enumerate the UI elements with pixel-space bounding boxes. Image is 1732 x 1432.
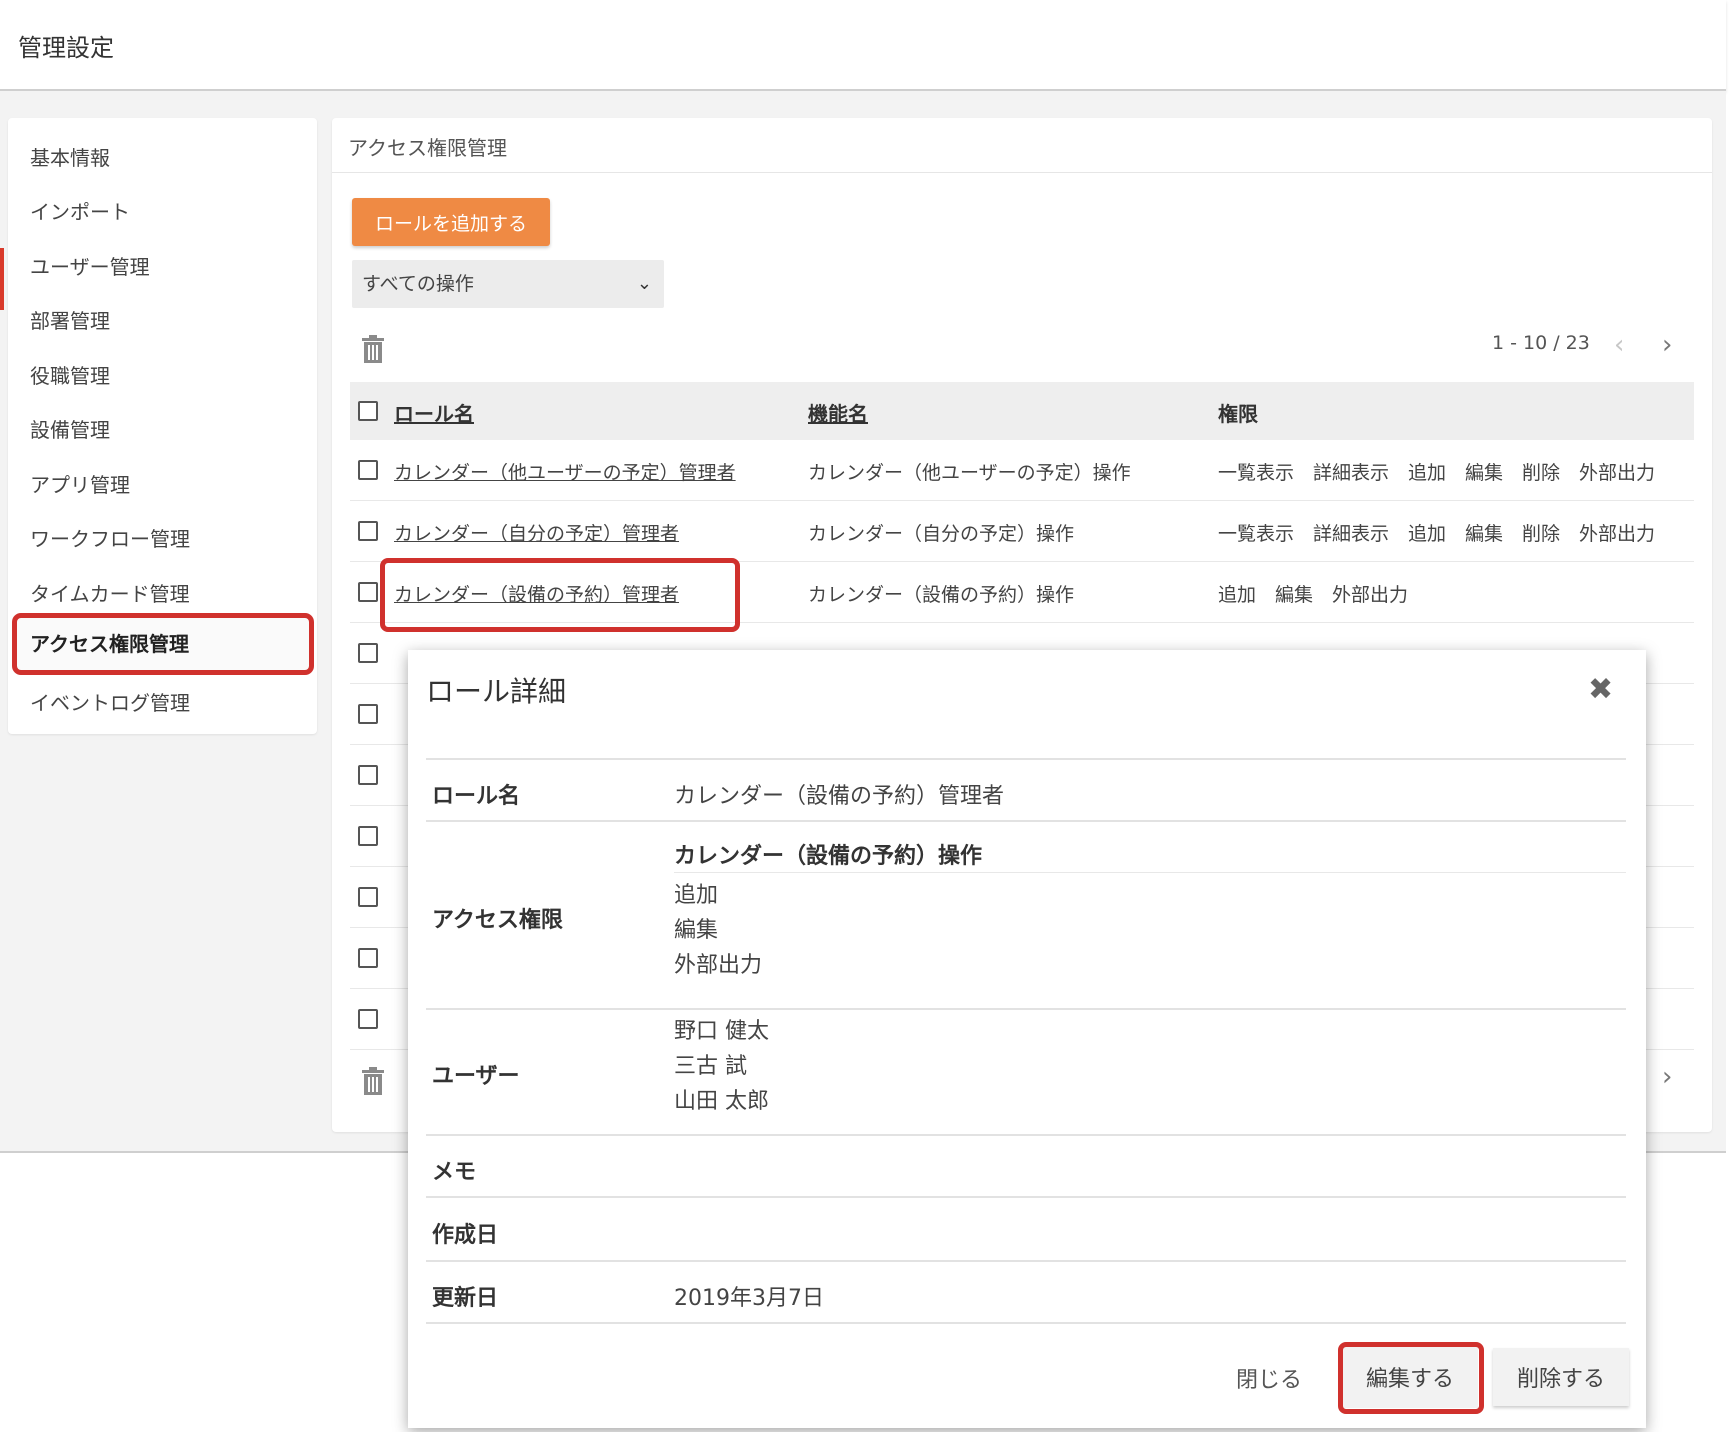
memo-label: メモ: [432, 1160, 477, 1185]
divider: [426, 1322, 1626, 1324]
edge-marker: [0, 248, 4, 310]
role-name-value: カレンダー（設備の予約）管理者: [674, 784, 1005, 809]
user-list: 野口 健太 三古 試 山田 太郎: [674, 1014, 769, 1119]
highlight-selected-role: [380, 558, 740, 632]
row-checkbox[interactable]: [358, 582, 378, 602]
sidebar-item-import[interactable]: インポート: [8, 185, 317, 239]
row-checkbox[interactable]: [358, 948, 378, 968]
divider: [426, 1260, 1626, 1262]
divider: [426, 758, 1626, 760]
sidebar-item-label: 役職管理: [30, 364, 110, 388]
user-item: 三古 試: [674, 1054, 747, 1079]
sidebar-item-workflow[interactable]: ワークフロー管理: [8, 512, 317, 566]
permissions: 追加 編集 外部出力: [1218, 584, 1409, 606]
feature-name: カレンダー（自分の予定）操作: [808, 523, 1075, 545]
sidebar-item-label: 設備管理: [30, 418, 110, 442]
close-icon[interactable]: ✖: [1588, 672, 1613, 707]
close-button[interactable]: 閉じる: [1236, 1362, 1302, 1394]
feature-name: カレンダー（他ユーザーの予定）操作: [808, 462, 1131, 484]
row-checkbox[interactable]: [358, 887, 378, 907]
divider: [426, 1008, 1626, 1010]
updated-date-value: 2019年3月7日: [674, 1286, 824, 1311]
role-name-label: ロール名: [432, 784, 521, 809]
sidebar-item-basic-info[interactable]: 基本情報: [8, 131, 317, 185]
access-label: アクセス権限: [432, 908, 563, 933]
row-checkbox[interactable]: [358, 826, 378, 846]
row-checkbox[interactable]: [358, 704, 378, 724]
divider: [426, 1196, 1626, 1198]
card-divider: [332, 172, 1712, 173]
sidebar-item-label: アクセス権限管理: [30, 632, 189, 656]
row-checkbox[interactable]: [358, 460, 378, 480]
updated-date-label: 更新日: [432, 1286, 499, 1311]
trash-icon[interactable]: [360, 334, 386, 364]
row-checkbox[interactable]: [358, 1009, 378, 1029]
permissions: 一覧表示 詳細表示 追加 編集 削除 外部出力: [1218, 523, 1656, 545]
permissions: 一覧表示 詳細表示 追加 編集 削除 外部出力: [1218, 462, 1656, 484]
sidebar-item-label: 部署管理: [30, 309, 110, 333]
role-name-link[interactable]: カレンダー（自分の予定）管理者: [394, 519, 679, 546]
sidebar-item-label: 基本情報: [30, 146, 110, 170]
pagination-next-button[interactable]: ›: [1662, 1062, 1672, 1092]
modal-title: ロール詳細: [426, 675, 567, 708]
column-header-role-name[interactable]: ロール名: [394, 398, 474, 427]
table-row: カレンダー（自分の予定）管理者 カレンダー（自分の予定）操作 一覧表示 詳細表示…: [350, 501, 1694, 562]
sidebar-item-timecard[interactable]: タイムカード管理: [8, 567, 317, 621]
user-item: 山田 太郎: [674, 1089, 769, 1114]
access-feature-name: カレンダー（設備の予約）操作: [674, 844, 983, 869]
row-checkbox[interactable]: [358, 765, 378, 785]
sidebar-item-label: イベントログ管理: [30, 691, 190, 715]
role-name-link[interactable]: カレンダー（他ユーザーの予定）管理者: [394, 458, 736, 485]
sidebar-item-positions[interactable]: 役職管理: [8, 349, 317, 403]
delete-button[interactable]: 削除する: [1493, 1348, 1629, 1406]
trash-icon[interactable]: [360, 1066, 386, 1096]
feature-name: カレンダー（設備の予約）操作: [808, 584, 1075, 606]
users-label: ユーザー: [432, 1064, 520, 1089]
card-title: アクセス権限管理: [348, 136, 507, 160]
divider: [426, 1134, 1626, 1136]
sidebar-item-label: インポート: [30, 200, 130, 224]
column-header-permission: 権限: [1218, 402, 1258, 426]
column-header-feature-name[interactable]: 機能名: [808, 398, 868, 427]
sidebar-item-apps[interactable]: アプリ管理: [8, 458, 317, 512]
pagination-range: 1 - 10 / 23: [1492, 332, 1590, 354]
sidebar-item-label: タイムカード管理: [30, 582, 190, 606]
permission-item: 追加: [674, 883, 719, 908]
permission-item: 編集: [674, 918, 719, 943]
table-header: ロール名 機能名 権限: [350, 382, 1694, 440]
page-title: 管理設定: [18, 34, 114, 62]
top-bar: 管理設定: [0, 0, 1726, 91]
sidebar-item-label: アプリ管理: [30, 473, 130, 497]
pagination-next-button[interactable]: ›: [1662, 330, 1672, 360]
edit-button[interactable]: 編集する: [1342, 1346, 1478, 1408]
sidebar-item-equipment[interactable]: 設備管理: [8, 403, 317, 457]
user-item: 野口 健太: [674, 1019, 769, 1044]
divider: [674, 872, 1626, 873]
permission-item: 外部出力: [674, 953, 763, 978]
sidebar-item-event-log[interactable]: イベントログ管理: [8, 676, 317, 730]
add-role-button[interactable]: ロールを追加する: [352, 198, 550, 246]
divider: [426, 820, 1626, 822]
chevron-down-icon: ⌄: [636, 273, 652, 294]
sidebar-item-label: ワークフロー管理: [30, 527, 190, 551]
row-checkbox[interactable]: [358, 643, 378, 663]
role-detail-modal: ロール詳細 ✖ ロール名 カレンダー（設備の予約）管理者 カレンダー（設備の予約…: [408, 650, 1646, 1428]
row-checkbox[interactable]: [358, 521, 378, 541]
select-all-checkbox[interactable]: [358, 401, 378, 421]
operation-filter-select[interactable]: すべての操作 ⌄: [352, 260, 664, 308]
table-row: カレンダー（他ユーザーの予定）管理者 カレンダー（他ユーザーの予定）操作 一覧表…: [350, 440, 1694, 501]
access-permission-list: 追加 編集 外部出力: [674, 878, 762, 983]
sidebar-item-users[interactable]: ユーザー管理: [8, 240, 317, 294]
operation-filter-value: すべての操作: [362, 273, 474, 295]
sidebar-item-access-control[interactable]: アクセス権限管理: [12, 613, 314, 675]
created-date-label: 作成日: [432, 1223, 499, 1248]
sidebar: 基本情報 インポート ユーザー管理 部署管理 役職管理 設備管理 アプリ管理 ワ…: [8, 118, 317, 734]
pagination-prev-button[interactable]: ‹: [1614, 330, 1624, 360]
sidebar-item-departments[interactable]: 部署管理: [8, 294, 317, 348]
sidebar-item-label: ユーザー管理: [30, 255, 150, 279]
